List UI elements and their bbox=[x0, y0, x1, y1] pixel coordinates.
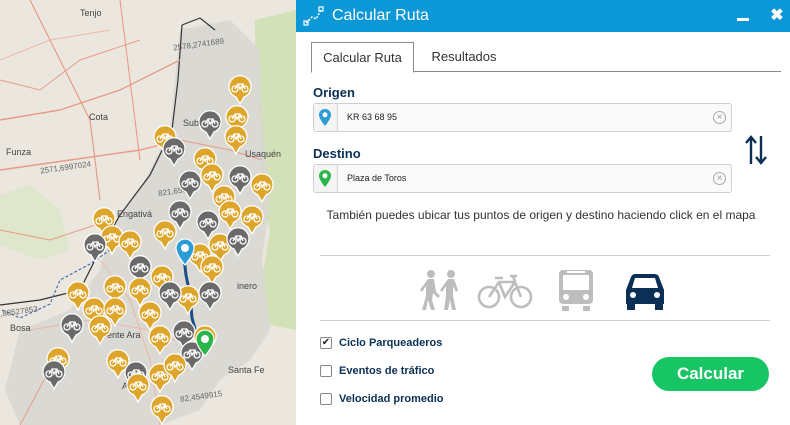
origin-label: Origen bbox=[313, 85, 355, 100]
checkbox-checked-icon[interactable]: ✔ bbox=[320, 337, 332, 349]
transport-mode-selector bbox=[414, 268, 674, 312]
map-label-engativa: Engativá bbox=[117, 209, 153, 219]
map-click-hint: También puedes ubicar tus puntos de orig… bbox=[326, 208, 756, 222]
bike-parking-marker-icon[interactable] bbox=[147, 325, 173, 355]
option-label: Eventos de tráfico bbox=[339, 365, 435, 377]
checkbox[interactable] bbox=[320, 393, 332, 405]
origin-clear-icon[interactable]: × bbox=[713, 111, 726, 124]
bike-parking-full-marker-icon[interactable] bbox=[41, 360, 67, 390]
map-label-chapinero: inero bbox=[237, 281, 258, 291]
bike-parking-full-marker-icon[interactable] bbox=[225, 227, 251, 257]
map-view[interactable]: Tenjo Cota Funza Sub Usaquén Engativá in… bbox=[0, 0, 296, 425]
origin-pin-box bbox=[314, 104, 338, 131]
bike-parking-marker-icon[interactable] bbox=[249, 173, 275, 203]
bike-parking-full-marker-icon[interactable] bbox=[59, 313, 85, 343]
tab-calcular-ruta[interactable]: Calcular Ruta bbox=[311, 42, 414, 73]
checkbox[interactable] bbox=[320, 365, 332, 377]
map-label-bosa: Bosa bbox=[10, 323, 31, 333]
destination-label: Destino bbox=[313, 146, 361, 161]
origin-input[interactable]: KR 63 68 95 bbox=[347, 112, 397, 122]
map-label-santa-fe: Santa Fe bbox=[228, 365, 265, 375]
map-label-tenjo: Tenjo bbox=[80, 8, 102, 18]
origin-pin-icon bbox=[319, 109, 331, 126]
tab-resultados[interactable]: Resultados bbox=[414, 42, 514, 72]
destination-marker-icon[interactable] bbox=[195, 329, 215, 357]
tab-bar: Calcular Ruta Resultados bbox=[311, 42, 781, 73]
destination-pin-box bbox=[314, 165, 338, 192]
divider bbox=[320, 255, 770, 256]
bike-parking-full-marker-icon[interactable] bbox=[161, 137, 187, 167]
route-icon bbox=[303, 6, 324, 26]
divider bbox=[320, 320, 770, 321]
bike-parking-marker-icon[interactable] bbox=[223, 125, 249, 155]
destination-pin-icon bbox=[319, 170, 331, 187]
map-label-funza: Funza bbox=[6, 147, 32, 157]
origin-marker-icon[interactable] bbox=[175, 238, 195, 266]
bike-parking-marker-icon[interactable] bbox=[125, 373, 151, 403]
bike-parking-full-marker-icon[interactable] bbox=[177, 170, 203, 200]
close-button[interactable]: ✖ bbox=[770, 6, 784, 26]
minimize-button[interactable] bbox=[737, 18, 749, 21]
bike-parking-full-marker-icon[interactable] bbox=[197, 110, 223, 140]
option-label: Ciclo Parqueaderos bbox=[339, 337, 443, 349]
destination-input[interactable]: Plaza de Toros bbox=[347, 173, 406, 183]
origin-field[interactable]: KR 63 68 95 × bbox=[313, 103, 732, 132]
bicycle-icon[interactable] bbox=[477, 268, 533, 312]
bus-icon[interactable] bbox=[554, 268, 598, 312]
option-label: Velocidad promedio bbox=[339, 393, 444, 405]
car-icon[interactable] bbox=[622, 268, 668, 312]
bike-parking-marker-icon[interactable] bbox=[87, 315, 113, 345]
destination-field[interactable]: Plaza de Toros × bbox=[313, 164, 732, 193]
bike-parking-marker-icon[interactable] bbox=[162, 353, 188, 383]
app-root: Tenjo Cota Funza Sub Usaquén Engativá in… bbox=[0, 0, 790, 425]
calculate-button[interactable]: Calcular bbox=[652, 357, 769, 391]
swap-origin-destination-icon[interactable] bbox=[744, 134, 768, 166]
walk-icon[interactable] bbox=[418, 268, 464, 312]
map-label-cota: Cota bbox=[89, 112, 109, 122]
map-label-usaquen: Usaquén bbox=[245, 149, 282, 159]
bike-parking-full-marker-icon[interactable] bbox=[82, 233, 108, 263]
panel-titlebar[interactable]: Calcular Ruta ✖ bbox=[296, 0, 790, 32]
panel-title: Calcular Ruta bbox=[332, 7, 429, 24]
destination-clear-icon[interactable]: × bbox=[713, 172, 726, 185]
route-panel: Calcular Ruta ✖ Calcular Ruta Resultados… bbox=[296, 0, 790, 425]
bike-parking-marker-icon[interactable] bbox=[227, 75, 253, 105]
bike-parking-marker-icon[interactable] bbox=[149, 395, 175, 425]
